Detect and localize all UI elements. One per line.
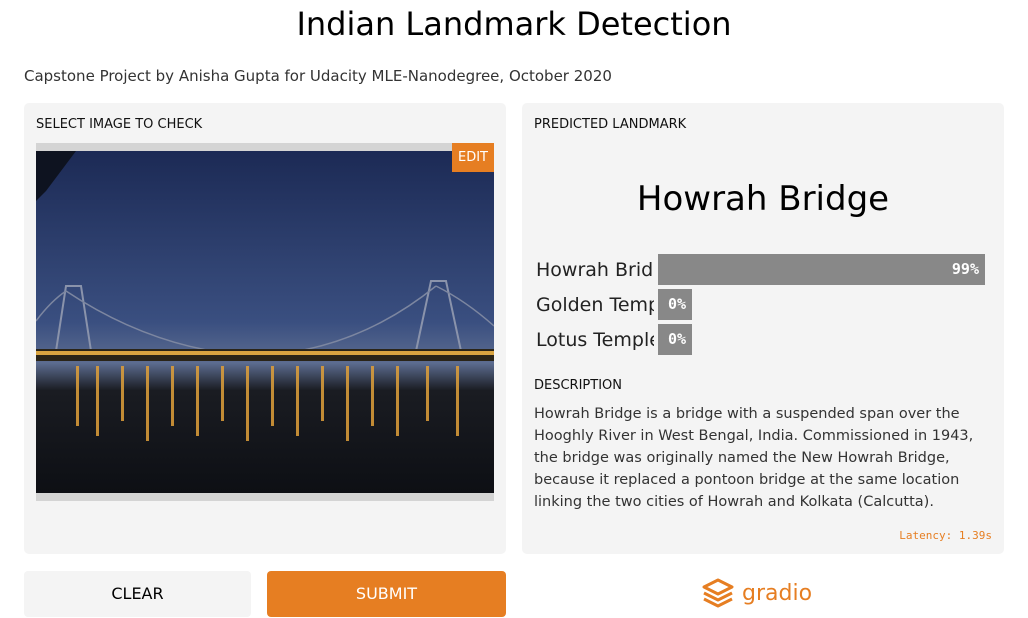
confidence-row: Golden Temple 0% [534, 289, 994, 321]
confidence-row: Howrah Bridge 99% [534, 254, 994, 286]
confidence-percent: 99% [951, 260, 979, 278]
gradio-icon [702, 578, 734, 608]
image-input[interactable]: EDIT [36, 143, 494, 501]
edit-button[interactable]: EDIT [452, 143, 494, 172]
confidence-label: Golden Temple [536, 294, 654, 316]
confidence-percent: 0% [667, 295, 686, 313]
output-panel: PREDICTED LANDMARK Howrah Bridge Howrah … [522, 103, 1004, 554]
predicted-landmark: Howrah Bridge [636, 179, 890, 219]
clear-button[interactable]: CLEAR [24, 571, 251, 617]
output-panel-label: PREDICTED LANDMARK [534, 117, 687, 132]
uploaded-image [36, 151, 494, 493]
confidence-row: Lotus Temple 0% [534, 324, 994, 356]
gradio-logo[interactable]: gradio [702, 576, 812, 610]
submit-button[interactable]: SUBMIT [267, 571, 506, 617]
latency-readout: Latency: 1.39s [899, 529, 992, 542]
confidence-label: Howrah Bridge [536, 259, 654, 281]
input-panel: SELECT IMAGE TO CHECK EDIT [24, 103, 506, 554]
input-panel-label: SELECT IMAGE TO CHECK [36, 117, 203, 132]
confidence-bar: 99% [658, 254, 985, 285]
page-subtitle: Capstone Project by Anisha Gupta for Uda… [24, 67, 612, 85]
confidence-bar: 0% [658, 324, 692, 355]
description-label: DESCRIPTION [534, 378, 622, 393]
page-title: Indian Landmark Detection [296, 5, 732, 43]
confidence-label: Lotus Temple [536, 329, 654, 351]
gradio-wordmark: gradio [742, 580, 813, 606]
description-text: Howrah Bridge is a bridge with a suspend… [534, 406, 974, 510]
confidence-bar: 0% [658, 289, 692, 320]
confidence-percent: 0% [667, 330, 686, 348]
